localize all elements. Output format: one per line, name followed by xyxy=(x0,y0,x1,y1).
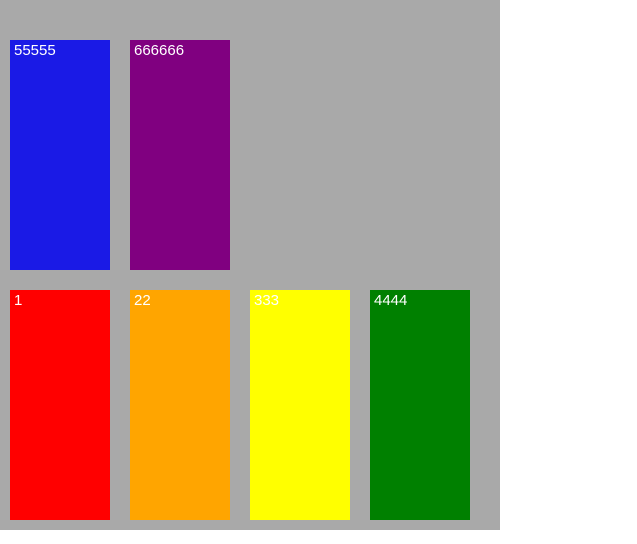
box-2: 22 xyxy=(130,290,230,520)
box-4: 4444 xyxy=(370,290,470,520)
box-6: 666666 xyxy=(130,40,230,270)
flex-container: 1 22 333 4444 55555 666666 xyxy=(0,0,500,530)
box-3: 333 xyxy=(250,290,350,520)
box-5: 55555 xyxy=(10,40,110,270)
box-1: 1 xyxy=(10,290,110,520)
